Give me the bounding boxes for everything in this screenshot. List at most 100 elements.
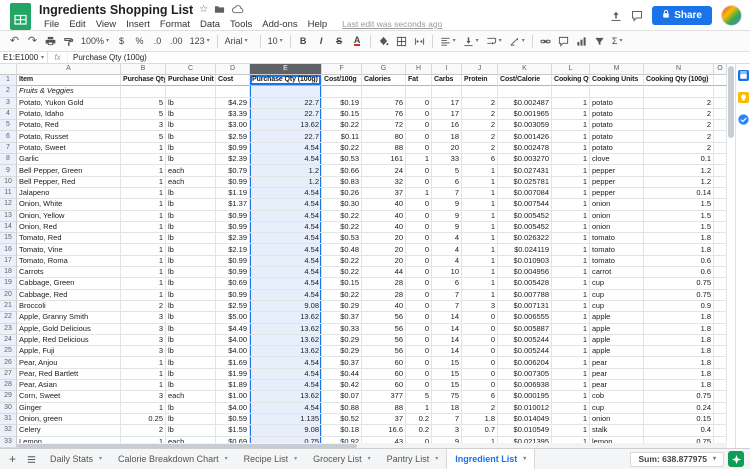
- cell-H11[interactable]: 1: [406, 187, 432, 200]
- cell-L29[interactable]: 1: [552, 391, 590, 403]
- row-header-22[interactable]: 22: [0, 312, 17, 324]
- cell-K13[interactable]: $0.005452: [498, 210, 552, 222]
- cell-B16[interactable]: 1: [121, 244, 166, 256]
- cell-L30[interactable]: 1: [552, 402, 590, 414]
- cell-L15[interactable]: 1: [552, 233, 590, 245]
- cell-B3[interactable]: 5: [121, 97, 166, 109]
- cell-A1[interactable]: Item: [17, 75, 121, 87]
- cell-K11[interactable]: $0.007084: [498, 187, 552, 200]
- cell-O14[interactable]: [714, 221, 727, 234]
- menu-help[interactable]: Help: [303, 19, 333, 30]
- cell-F17[interactable]: $0.22: [322, 255, 362, 268]
- cell-B17[interactable]: 1: [121, 255, 166, 268]
- cell-B7[interactable]: 1: [121, 142, 166, 155]
- cell-G20[interactable]: 28: [362, 289, 406, 301]
- cell-M6[interactable]: potato: [590, 131, 644, 143]
- text-color-button[interactable]: A: [349, 33, 366, 50]
- cell-N24[interactable]: 1.8: [644, 334, 714, 347]
- cell-A23[interactable]: Apple, Gold Delicious: [17, 323, 121, 335]
- cell-A10[interactable]: Bell Pepper, Red: [17, 176, 121, 188]
- cell-L23[interactable]: 1: [552, 323, 590, 335]
- row-header-33[interactable]: 33: [0, 436, 17, 448]
- cell-M24[interactable]: apple: [590, 334, 644, 347]
- cell-L31[interactable]: 1: [552, 413, 590, 426]
- cell-N8[interactable]: 0.1: [644, 154, 714, 166]
- cell-O27[interactable]: [714, 368, 727, 381]
- row-header-6[interactable]: 6: [0, 131, 17, 143]
- cell-N26[interactable]: 1.8: [644, 357, 714, 369]
- cell-B27[interactable]: 1: [121, 368, 166, 381]
- cell-H9[interactable]: 0: [406, 165, 432, 177]
- cell-I15[interactable]: 4: [432, 233, 462, 245]
- cell-C22[interactable]: lb: [166, 312, 216, 324]
- cell-K15[interactable]: $0.026322: [498, 233, 552, 245]
- cell-E30[interactable]: 4.54: [250, 402, 322, 414]
- cell-F28[interactable]: $0.42: [322, 380, 362, 392]
- cell-G6[interactable]: 80: [362, 131, 406, 143]
- cell-L19[interactable]: 1: [552, 278, 590, 290]
- cell-H26[interactable]: 0: [406, 357, 432, 369]
- cell-J28[interactable]: 0: [462, 380, 498, 392]
- cell-G16[interactable]: 20: [362, 244, 406, 256]
- row-header-4[interactable]: 4: [0, 108, 17, 121]
- sheet-tab-recipe-list[interactable]: Recipe List ▾: [236, 449, 306, 469]
- cell-O23[interactable]: [714, 323, 727, 335]
- cell-A15[interactable]: Tomato, Red: [17, 233, 121, 245]
- row-header-11[interactable]: 11: [0, 187, 17, 200]
- cell-J5[interactable]: 2: [462, 120, 498, 132]
- all-sheets-button[interactable]: [23, 451, 40, 468]
- cell-D25[interactable]: $4.00: [216, 346, 250, 358]
- cell-J18[interactable]: 1: [462, 267, 498, 279]
- cell-M7[interactable]: potato: [590, 142, 644, 155]
- cell-G9[interactable]: 24: [362, 165, 406, 177]
- cell-G19[interactable]: 28: [362, 278, 406, 290]
- cell-H27[interactable]: 0: [406, 368, 432, 381]
- cell-F12[interactable]: $0.30: [322, 199, 362, 211]
- cell-I26[interactable]: 15: [432, 357, 462, 369]
- cell-K18[interactable]: $0.004956: [498, 267, 552, 279]
- cell-C16[interactable]: lb: [166, 244, 216, 256]
- zoom-button[interactable]: 100% ▾: [78, 33, 112, 50]
- cell-H13[interactable]: 0: [406, 210, 432, 222]
- cell-E9[interactable]: 1.2: [250, 165, 322, 177]
- row-header-18[interactable]: 18: [0, 267, 17, 279]
- row-header-3[interactable]: 3: [0, 97, 17, 109]
- cell-L5[interactable]: 1: [552, 120, 590, 132]
- cell-I7[interactable]: 20: [432, 142, 462, 155]
- cell-N14[interactable]: 1.5: [644, 221, 714, 234]
- cell-B31[interactable]: 0.25: [121, 413, 166, 426]
- cell-O18[interactable]: [714, 267, 727, 279]
- row-header-23[interactable]: 23: [0, 323, 17, 335]
- cell-L16[interactable]: 1: [552, 244, 590, 256]
- cell-N9[interactable]: 1.2: [644, 165, 714, 177]
- cell-I23[interactable]: 14: [432, 323, 462, 335]
- cell-A18[interactable]: Carrots: [17, 267, 121, 279]
- functions-button[interactable]: Σ ▾: [609, 33, 626, 50]
- cell-J24[interactable]: 0: [462, 334, 498, 347]
- column-header-L[interactable]: L: [552, 64, 590, 75]
- cell-H8[interactable]: 1: [406, 154, 432, 166]
- cell-I28[interactable]: 15: [432, 380, 462, 392]
- cell-G4[interactable]: 76: [362, 108, 406, 121]
- cell-H1[interactable]: Fat: [406, 75, 432, 87]
- cell-J27[interactable]: 0: [462, 368, 498, 381]
- cell-D8[interactable]: $2.39: [216, 154, 250, 166]
- cell-F6[interactable]: $0.11: [322, 131, 362, 143]
- row-header-24[interactable]: 24: [0, 334, 17, 347]
- cell-J7[interactable]: 2: [462, 142, 498, 155]
- cell-O10[interactable]: [714, 176, 727, 188]
- cell-B28[interactable]: 1: [121, 380, 166, 392]
- cell-B19[interactable]: 1: [121, 278, 166, 290]
- name-box[interactable]: E1:E1000 ▾: [0, 52, 48, 63]
- cell-K2[interactable]: [498, 86, 552, 98]
- print-button[interactable]: [42, 33, 59, 50]
- cell-M9[interactable]: pepper: [590, 165, 644, 177]
- cell-F32[interactable]: $0.18: [322, 425, 362, 437]
- cell-L12[interactable]: 1: [552, 199, 590, 211]
- cell-I19[interactable]: 6: [432, 278, 462, 290]
- cell-L21[interactable]: 1: [552, 300, 590, 313]
- cell-M12[interactable]: onion: [590, 199, 644, 211]
- sheets-logo[interactable]: [10, 3, 31, 30]
- cell-B12[interactable]: 1: [121, 199, 166, 211]
- horizontal-scrollbar-thumb[interactable]: [17, 443, 357, 448]
